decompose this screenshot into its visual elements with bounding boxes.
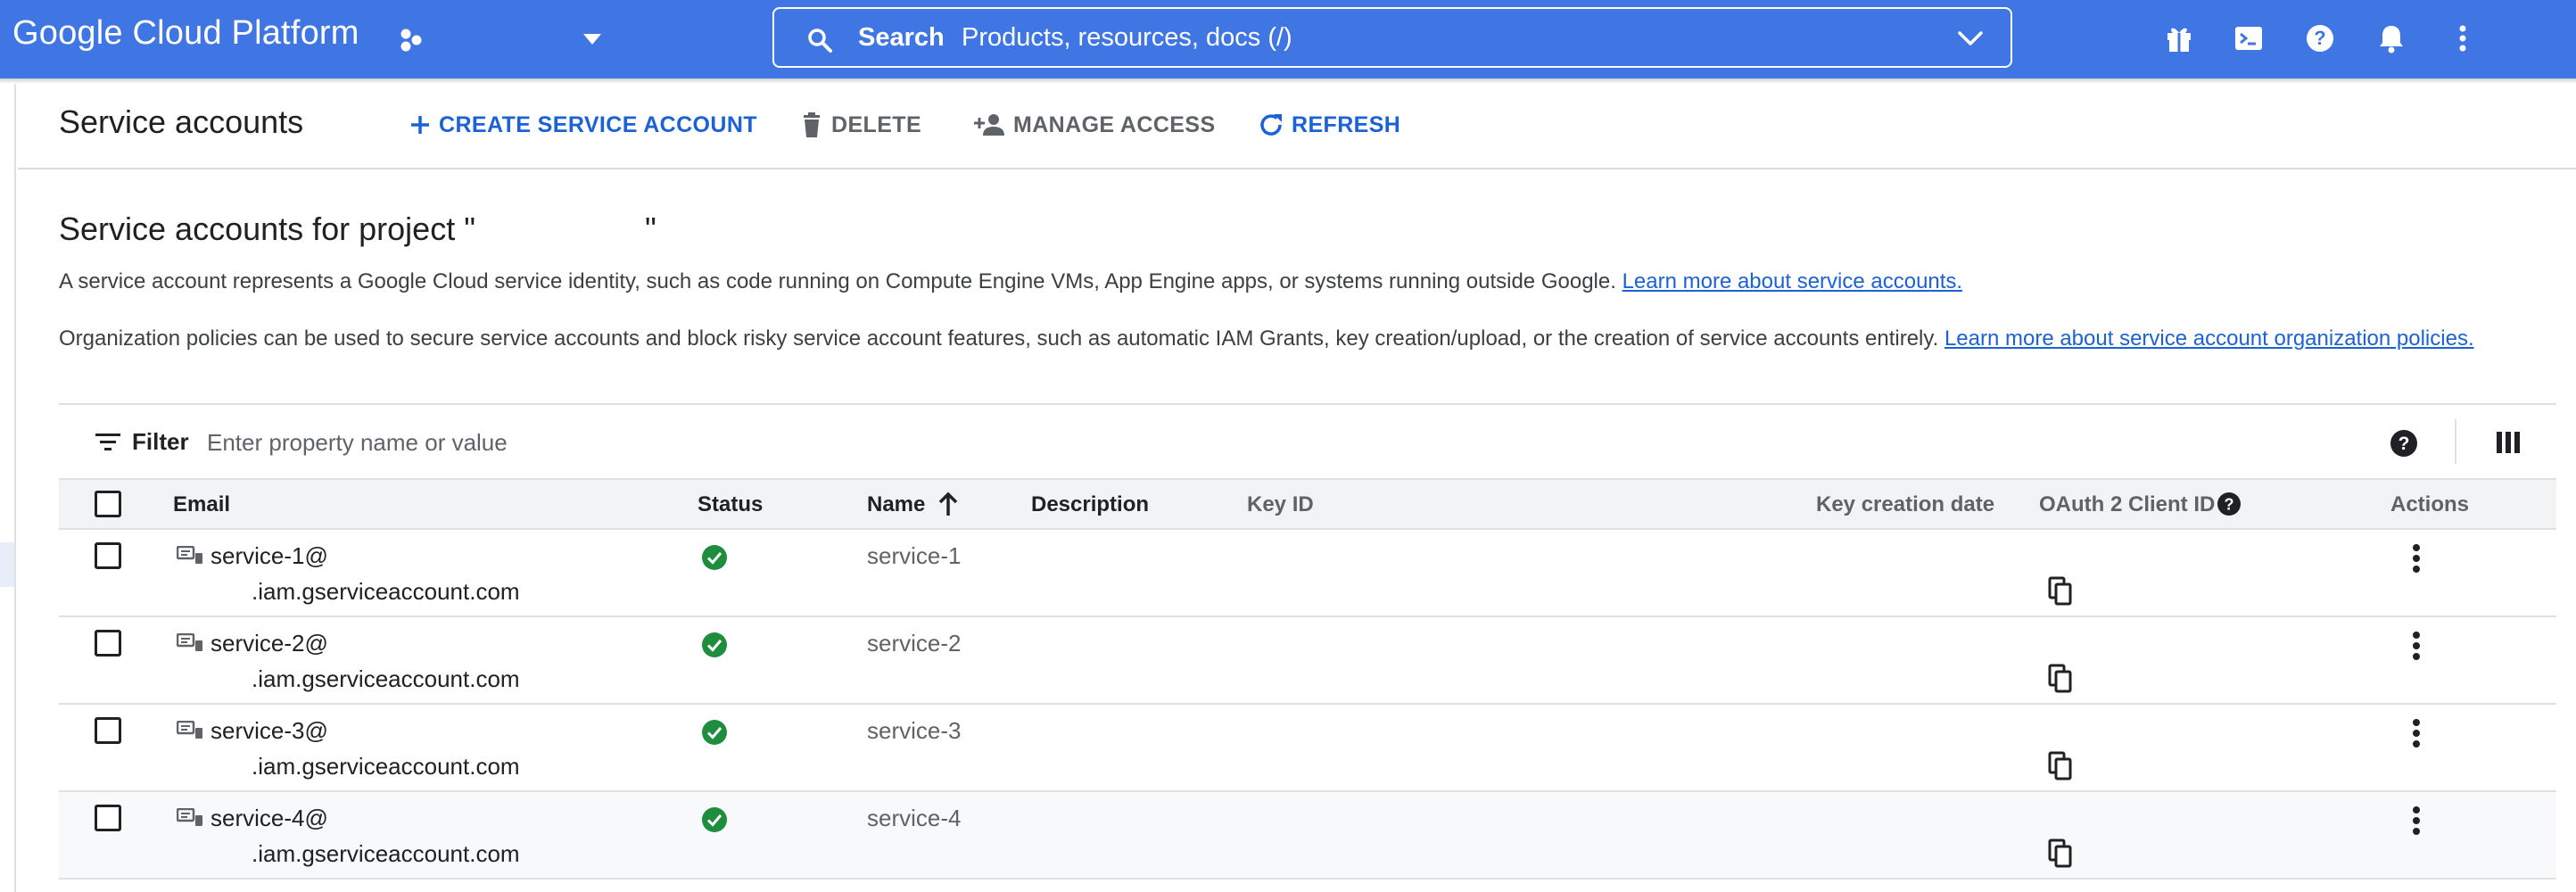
filter-label: Filter <box>132 428 189 455</box>
cloud-shell-icon[interactable] <box>2232 21 2266 55</box>
email-domain: .iam.gserviceaccount.com <box>252 578 520 605</box>
table-row: service-1@ .iam.gserviceaccount.com serv… <box>59 530 2556 617</box>
service-account-icon <box>177 546 202 564</box>
more-vert-icon[interactable] <box>2446 21 2480 55</box>
org-policies-text: Organization policies can be used to sec… <box>59 326 1939 351</box>
add-icon <box>411 116 429 134</box>
create-service-account-label: CREATE SERVICE ACCOUNT <box>439 112 757 137</box>
project-picker[interactable] <box>396 20 619 59</box>
sort-ascending-icon[interactable] <box>937 491 960 517</box>
nav-selected-indicator <box>0 542 14 587</box>
column-header-name[interactable]: Name <box>867 492 925 517</box>
email-domain: .iam.gserviceaccount.com <box>252 840 520 867</box>
project-dropdown-icon <box>583 34 601 45</box>
delete-label: DELETE <box>831 112 922 137</box>
service-account-name: service-3 <box>867 717 962 744</box>
page-title: Service accounts <box>59 103 304 140</box>
service-account-name: service-1 <box>867 542 962 569</box>
email-local-part[interactable]: service-1@ <box>211 542 328 570</box>
org-policies-description: Organization policies can be used to sec… <box>59 326 2474 351</box>
copy-icon[interactable] <box>2046 576 2075 607</box>
filter-input[interactable] <box>207 425 1277 460</box>
description-text: A service account represents a Google Cl… <box>59 269 1616 293</box>
status-enabled-icon <box>702 720 727 745</box>
row-select-checkbox[interactable] <box>95 717 121 744</box>
copy-icon[interactable] <box>2046 751 2075 781</box>
email-domain: .iam.gserviceaccount.com <box>252 665 520 692</box>
learn-more-service-accounts-link[interactable]: Learn more about service accounts. <box>1622 269 1963 293</box>
refresh-label: REFRESH <box>1292 112 1401 137</box>
svg-text:?: ? <box>2314 27 2325 49</box>
service-account-icon <box>177 633 202 651</box>
table-filter-bar: Filter ? <box>59 403 2556 478</box>
refresh-icon <box>1260 114 1282 136</box>
notifications-icon[interactable] <box>2374 21 2408 55</box>
row-select-checkbox[interactable] <box>95 542 121 569</box>
row-actions-more-icon[interactable] <box>2401 628 2432 664</box>
row-select-checkbox[interactable] <box>95 805 121 831</box>
column-display-options-icon[interactable] <box>2494 428 2522 457</box>
row-actions-more-icon[interactable] <box>2401 541 2432 576</box>
service-account-name: service-4 <box>867 805 962 831</box>
table-row: service-4@ .iam.gserviceaccount.com serv… <box>59 792 2556 880</box>
service-account-icon <box>177 721 202 739</box>
column-header-description[interactable]: Description <box>1031 492 1149 517</box>
row-select-checkbox[interactable] <box>95 630 121 657</box>
section-title: Service accounts for project " " <box>59 211 656 248</box>
table-row: service-3@ .iam.gserviceaccount.com serv… <box>59 705 2556 792</box>
email-local-part[interactable]: service-4@ <box>211 805 328 832</box>
left-nav-rail <box>0 84 16 892</box>
manage-access-button[interactable]: MANAGE ACCESS <box>974 107 1216 143</box>
chevron-down-icon[interactable] <box>1957 29 1984 48</box>
svg-text:?: ? <box>2398 434 2410 454</box>
delete-button[interactable]: DELETE <box>799 107 921 143</box>
row-actions-more-icon[interactable] <box>2401 803 2432 838</box>
create-service-account-button[interactable]: CREATE SERVICE ACCOUNT <box>409 107 757 143</box>
search-icon <box>808 29 832 53</box>
email-local-part[interactable]: service-2@ <box>211 630 328 657</box>
section-title-prefix: Service accounts for project " <box>59 211 475 247</box>
search-label: Search <box>858 23 945 52</box>
status-enabled-icon <box>702 632 727 657</box>
copy-icon[interactable] <box>2046 838 2075 869</box>
column-header-actions: Actions <box>2390 492 2470 516</box>
column-header-key-id[interactable]: Key ID <box>1247 492 1314 517</box>
service-account-description: A service account represents a Google Cl… <box>59 269 1962 294</box>
toolbar-divider <box>2455 419 2456 464</box>
trash-icon <box>804 112 820 137</box>
copy-icon[interactable] <box>2046 664 2075 694</box>
manage-access-label: MANAGE ACCESS <box>1013 112 1216 137</box>
brand-logo-text[interactable]: Google Cloud Platform <box>12 14 359 53</box>
oauth-help-icon[interactable]: ? <box>2216 491 2242 517</box>
person-add-icon <box>974 114 1004 136</box>
column-header-oauth-client-id[interactable]: OAuth 2 Client ID <box>2039 492 2215 517</box>
project-dots-icon <box>400 29 422 52</box>
page-action-bar: Service accounts CREATE SERVICE ACCOUNT … <box>18 84 2576 169</box>
column-header-status[interactable]: Status <box>698 492 763 517</box>
email-local-part[interactable]: service-3@ <box>211 717 328 745</box>
search-bar[interactable]: Search <box>772 7 2012 68</box>
table-row: service-2@ .iam.gserviceaccount.com serv… <box>59 617 2556 705</box>
service-account-name: service-2 <box>867 630 962 657</box>
gift-icon[interactable] <box>2162 21 2196 55</box>
column-header-email[interactable]: Email <box>173 492 230 517</box>
filter-icon[interactable] <box>95 432 121 453</box>
learn-more-org-policies-link[interactable]: Learn more about service account organiz… <box>1944 326 2474 351</box>
status-enabled-icon <box>702 545 727 570</box>
status-enabled-icon <box>702 807 727 832</box>
refresh-button[interactable]: REFRESH <box>1258 107 1400 143</box>
svg-text:?: ? <box>2225 496 2234 514</box>
service-account-icon <box>177 808 202 826</box>
top-app-bar: Google Cloud Platform Search Products, r… <box>0 0 2576 84</box>
email-domain: .iam.gserviceaccount.com <box>252 753 520 780</box>
table-header: Email Status Name Description Key ID Key… <box>59 478 2556 530</box>
column-header-key-creation-date[interactable]: Key creation date <box>1816 492 1994 517</box>
help-icon[interactable]: ? <box>2303 21 2337 55</box>
select-all-checkbox[interactable] <box>95 491 121 517</box>
section-title-suffix: " <box>644 211 656 247</box>
table-help-icon[interactable]: ? <box>2389 428 2419 458</box>
search-input[interactable] <box>962 18 1764 57</box>
row-actions-more-icon[interactable] <box>2401 715 2432 751</box>
